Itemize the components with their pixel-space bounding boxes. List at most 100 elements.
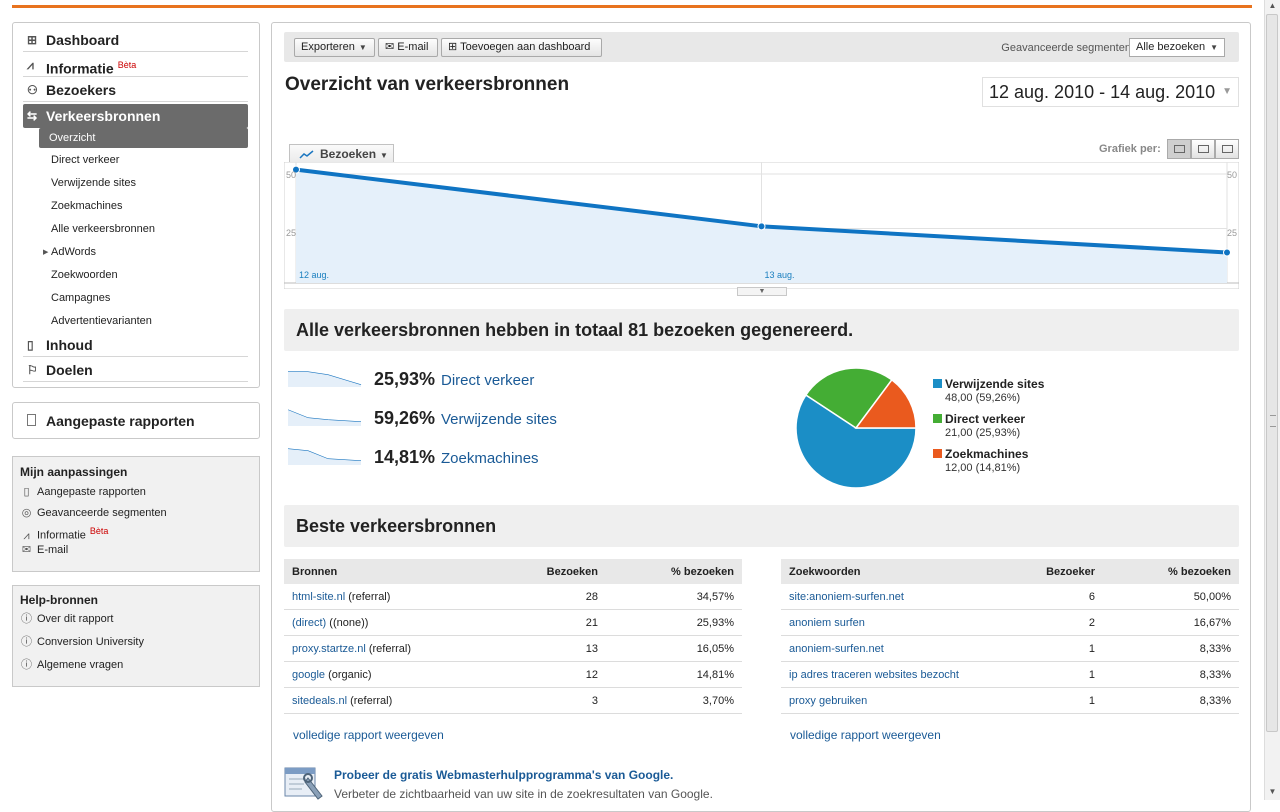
chevron-down-icon: ▼: [1222, 86, 1232, 97]
segments-icon: ◎: [21, 507, 32, 519]
legend-direct-value: 21,00 (25,93%): [945, 427, 1021, 439]
table-row: html-site.nl (referral) 28 34,57%: [284, 584, 742, 610]
legend-search-value: 12,00 (14,81%): [945, 462, 1021, 474]
nav-dashboard[interactable]: ⊞ Dashboard: [23, 28, 248, 52]
traffic-sources-pie-chart: [795, 367, 917, 489]
my-advanced-segments-link[interactable]: ◎ Geavanceerde segmenten: [20, 505, 167, 521]
keywords-table: Zoekwoorden Bezoeker % bezoeken site:ano…: [781, 559, 1239, 714]
chart-resize-handle[interactable]: ▼: [737, 287, 787, 296]
summary-title: Alle verkeersbronnen hebben in totaal 81…: [296, 320, 854, 340]
date-range-picker[interactable]: 12 aug. 2010 - 14 aug. 2010 ▼: [982, 77, 1239, 107]
col-bezoeker[interactable]: Bezoeker: [997, 559, 1103, 584]
subnav-campagnes[interactable]: Campagnes: [51, 289, 110, 307]
segments-select[interactable]: Alle bezoeken ▼: [1129, 38, 1225, 57]
sources-table: Bronnen Bezoeken % bezoeken html-site.nl…: [284, 559, 742, 714]
row-link[interactable]: html-site.nl: [292, 591, 345, 603]
row-link[interactable]: ip adres traceren websites bezocht: [789, 669, 959, 681]
graph-per-label: Grafiek per:: [1099, 143, 1161, 155]
source-pct-search: 14,81%: [374, 447, 436, 467]
vertical-scrollbar[interactable]: ▲ ▼: [1264, 0, 1280, 800]
cell-name: google (organic): [284, 661, 500, 688]
subnav-overzicht[interactable]: Overzicht: [39, 128, 248, 148]
keywords-full-report-link[interactable]: volledige rapport weergeven: [790, 728, 941, 742]
help-circle-icon: ⓘ: [21, 659, 32, 671]
help-faq-link[interactable]: ⓘ Algemene vragen: [20, 657, 123, 673]
export-button[interactable]: Exporteren ▼: [294, 38, 375, 57]
row-link[interactable]: site:anoniem-surfen.net: [789, 591, 904, 603]
visits-line-chart: 50 25 50 25 12 aug. 13 aug.: [284, 162, 1239, 289]
my-email-link[interactable]: ✉ E-mail: [20, 542, 68, 558]
subnav-zoekwoorden[interactable]: Zoekwoorden: [51, 266, 118, 284]
help-conversion-university-link[interactable]: ⓘ Conversion University: [20, 634, 144, 650]
cell-pct: 16,67%: [1103, 609, 1239, 636]
scroll-up-arrow-icon[interactable]: ▲: [1267, 0, 1278, 12]
summary-band: Alle verkeersbronnen hebben in totaal 81…: [284, 309, 1239, 351]
add-to-dashboard-button[interactable]: ⊞ Toevoegen aan dashboard: [441, 38, 602, 57]
col-bezoeken[interactable]: Bezoeken: [500, 559, 606, 584]
subnav-direct-verkeer[interactable]: Direct verkeer: [51, 151, 119, 169]
sources-full-report-link[interactable]: volledige rapport weergeven: [293, 728, 444, 742]
expand-triangle-icon[interactable]: ▶: [43, 248, 48, 256]
col-pct-bezoeken[interactable]: % bezoeken: [606, 559, 742, 584]
envelope-icon: ✉: [385, 41, 398, 53]
date-range-value: 12 aug. 2010 - 14 aug. 2010: [989, 82, 1216, 102]
cell-visits: 28: [500, 584, 606, 610]
promo-title-link[interactable]: Probeer de gratis Webmasterhulpprogramma…: [334, 768, 673, 782]
cell-name: (direct) ((none)): [284, 609, 500, 636]
cell-visits: 6: [997, 584, 1103, 610]
row-link[interactable]: proxy.startze.nl: [292, 643, 366, 655]
row-link[interactable]: anoniem-surfen.net: [789, 643, 884, 655]
person-icon: ⚇: [27, 83, 38, 97]
cell-name: sitedeals.nl (referral): [284, 687, 500, 714]
sparkline-direct: [288, 371, 362, 387]
row-medium: (referral): [365, 642, 412, 655]
col-zoekwoorden[interactable]: Zoekwoorden: [781, 559, 997, 584]
row-link[interactable]: anoniem surfen: [789, 617, 865, 629]
row-link[interactable]: (direct): [292, 617, 326, 629]
chevron-down-icon: ▼: [380, 151, 388, 160]
metric-selector[interactable]: Bezoeken ▼: [289, 144, 394, 164]
subnav-advertentievarianten[interactable]: Advertentievarianten: [51, 312, 152, 330]
col-bronnen[interactable]: Bronnen: [284, 559, 500, 584]
nav-informatie[interactable]: ⩘ Informatie Bèta: [23, 53, 248, 77]
my-informatie-link[interactable]: ⩘ Informatie Bèta: [20, 523, 108, 542]
legend-swatch: [933, 449, 942, 458]
scroll-down-arrow-icon[interactable]: ▼: [1267, 786, 1278, 798]
custom-reports-box[interactable]: Aangepaste rapporten: [12, 402, 260, 439]
graph-per-day-button[interactable]: [1167, 139, 1191, 159]
subnav-alle-verkeersbronnen[interactable]: Alle verkeersbronnen: [51, 220, 155, 238]
my-custom-reports-link[interactable]: ▯ Aangepaste rapporten: [20, 484, 145, 500]
nav-bezoekers[interactable]: ⚇ Bezoekers: [23, 78, 248, 102]
scrollbar-thumb[interactable]: [1266, 14, 1278, 732]
subnav-adwords[interactable]: AdWords: [51, 243, 96, 261]
source-link-direct[interactable]: Direct verkeer: [441, 372, 534, 389]
help-about-report-link[interactable]: ⓘ Over dit rapport: [20, 611, 113, 627]
nav-verkeersbronnen-label: Verkeersbronnen: [46, 108, 161, 124]
beta-badge: Bèta: [117, 60, 137, 70]
row-link[interactable]: google: [292, 669, 325, 681]
graph-per-month-button[interactable]: [1215, 139, 1239, 159]
nav-doelen[interactable]: ⚐ Doelen: [23, 358, 248, 382]
row-link[interactable]: sitedeals.nl: [292, 695, 347, 707]
graph-per-week-button[interactable]: [1191, 139, 1215, 159]
dashboard-grid-icon: ⊞: [448, 41, 461, 53]
nav-inhoud[interactable]: ▯ Inhoud: [23, 333, 248, 357]
subnav-verwijzende-sites[interactable]: Verwijzende sites: [51, 174, 136, 192]
chevron-down-icon: ▼: [1210, 43, 1218, 52]
report-icon: ▯: [23, 486, 30, 498]
source-link-search[interactable]: Zoekmachines: [441, 450, 539, 467]
subnav-zoekmachines[interactable]: Zoekmachines: [51, 197, 123, 215]
help-circle-icon: ⓘ: [21, 613, 32, 625]
source-link-referral[interactable]: Verwijzende sites: [441, 411, 557, 428]
page-title: Overzicht van verkeersbronnen: [285, 74, 570, 95]
data-point: [1223, 248, 1231, 257]
col-pct-bezoeken[interactable]: % bezoeken: [1103, 559, 1239, 584]
help-conversion-university-label: Conversion University: [37, 636, 144, 648]
table-row: sitedeals.nl (referral) 3 3,70%: [284, 687, 742, 714]
best-sources-band: Beste verkeersbronnen: [284, 505, 1239, 547]
email-button[interactable]: ✉ E-mail: [378, 38, 438, 57]
row-link[interactable]: proxy gebruiken: [789, 695, 867, 707]
nav-verkeersbronnen[interactable]: ⇆ Verkeersbronnen: [23, 104, 248, 128]
my-informatie-label: Informatie: [37, 529, 86, 542]
nav-bezoekers-label: Bezoekers: [46, 82, 117, 98]
